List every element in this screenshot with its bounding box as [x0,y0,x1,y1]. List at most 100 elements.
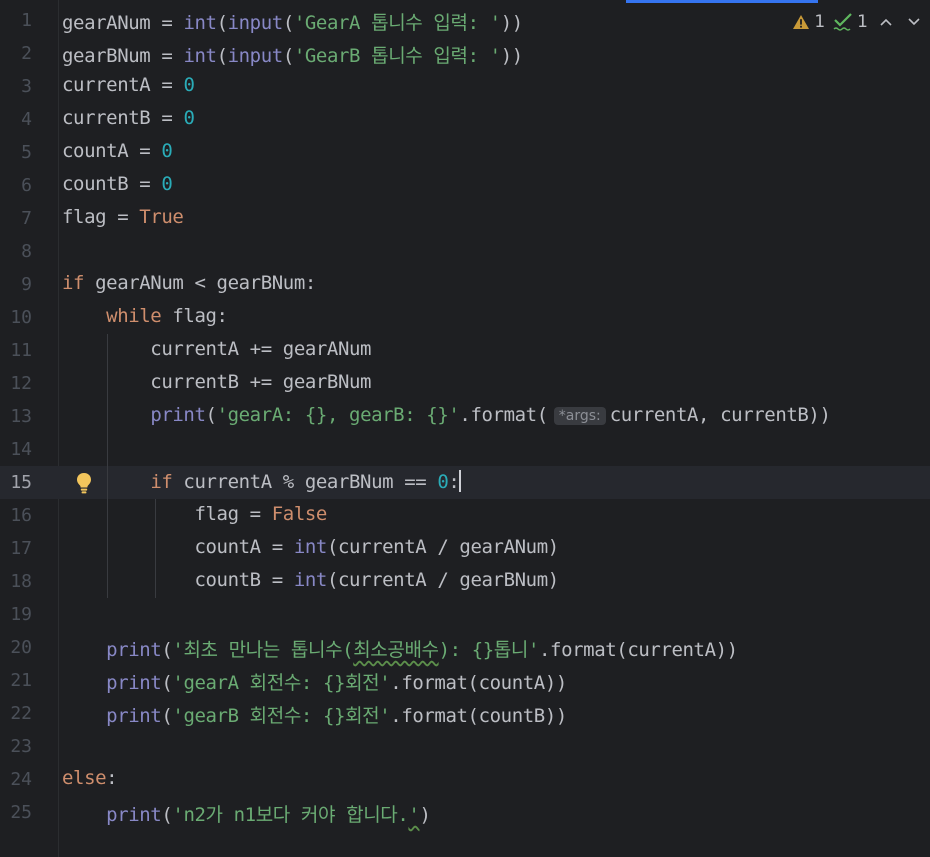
code-editor[interactable]: 1 2 3 4 5 6 7 8 9 10 11 12 13 14 15 16 1… [0,0,930,857]
line-number: 14 [10,439,32,460]
line-number: 18 [10,571,32,592]
code-text[interactable]: else: [62,767,118,789]
code-text[interactable]: currentB = 0 [62,107,195,129]
line-number: 15 [10,472,32,493]
number-token: 0 [183,107,195,129]
code-text[interactable]: while flag: [62,305,228,327]
chevron-down-icon[interactable] [904,12,924,32]
code-token: ( [161,672,173,694]
code-text[interactable]: if currentA % gearBNum == 0: [62,470,462,493]
code-text[interactable]: print('gearA 회전수: {}회전'.format(countA)) [62,668,567,695]
builtin-token: input [227,45,284,67]
number-token: 0 [161,140,173,162]
typo-count: 1 [857,12,868,32]
code-token: ( [161,705,173,727]
code-token: : [448,471,460,493]
line-number: 4 [21,109,32,130]
code-token: countB = [62,569,294,591]
code-text[interactable]: print('gearA: {}, gearB: {}'.format( *arg… [62,404,831,426]
inspections-widget[interactable]: 1 1 [782,6,930,38]
code-text[interactable]: currentA += gearANum [62,338,371,360]
chevron-up-icon[interactable] [876,12,896,32]
keyword-token: if [62,272,85,294]
code-text[interactable]: countA = int(currentA / gearANum) [62,536,559,558]
code-token: .format(countA)) [390,672,567,694]
code-token: flag: [161,305,228,327]
code-line: 23 [0,730,930,763]
builtin-token: print [106,804,162,826]
code-token: currentA += gearANum [62,338,372,360]
code-token: flag = [62,503,272,525]
code-text[interactable]: countB = int(currentA / gearBNum) [62,569,559,591]
string-token: 'GearB 톱니수 입력: ' [293,45,501,67]
code-token: .format(currentA)) [539,639,738,661]
keyword-token: if [150,471,173,493]
code-text[interactable]: flag = True [62,206,184,228]
builtin-token: int [183,12,217,34]
code-line: 19 [0,598,930,631]
line-number: 3 [21,76,32,97]
line-number: 1 [21,10,32,31]
code-text[interactable]: gearANum = int(input('GearA 톱니수 입력: ')) [62,8,523,35]
code-text[interactable]: currentA = 0 [62,74,195,96]
code-text[interactable]: countA = 0 [62,140,173,162]
builtin-token: int [183,45,217,67]
code-token: : [106,767,118,789]
code-text[interactable]: if gearANum < gearBNum: [62,272,316,294]
code-text[interactable]: print('gearB 회전수: {}회전'.format(countB)) [62,701,567,728]
code-token: ) [419,804,431,826]
code-token: ( [216,12,228,34]
text-caret [459,470,462,492]
line-number: 11 [10,340,32,361]
builtin-token: print [106,705,162,727]
keyword-token: while [106,305,162,327]
code-token: gearANum = [62,12,184,34]
code-token: .format(countB)) [390,705,567,727]
string-token: 'n2가 n1보다 커야 합니다. [172,804,409,826]
code-text[interactable]: countB = 0 [62,173,173,195]
line-number: 2 [21,43,32,64]
number-token: 0 [437,471,449,493]
code-token: countA = [62,536,294,558]
line-number: 16 [10,505,32,526]
line-number: 23 [10,736,32,757]
code-text[interactable]: currentB += gearBNum [62,371,371,393]
keyword-token: False [271,503,328,525]
code-text[interactable]: flag = False [62,503,327,525]
line-number: 10 [10,307,32,328]
code-token: (currentA / gearBNum) [326,569,559,591]
code-token: currentA % gearBNum == [172,471,438,493]
typos-indicator[interactable]: 1 [833,12,868,32]
warnings-indicator[interactable]: 1 [792,12,825,32]
code-token: gearANum < gearBNum: [84,272,316,294]
scroll-position-indicator [626,0,818,3]
code-token: ( [205,404,217,426]
code-token: ( [216,45,228,67]
code-token: flag = [62,206,140,228]
line-number: 5 [21,142,32,163]
line-number: 19 [10,604,32,625]
code-token: .format( [459,404,548,426]
keyword-token: else [62,767,107,789]
code-token: currentB = [62,107,184,129]
builtin-token: print [106,639,162,661]
code-text[interactable]: print('최초 만나는 톱니수(최소공배수): {}톱니'.format(c… [62,635,738,662]
line-number: 24 [10,769,32,790]
string-token: 'gearA: {}, gearB: {}' [216,404,460,426]
string-token: 'gearB 회전수: {}회전' [172,705,391,727]
code-text[interactable]: gearBNum = int(input('GearB 톱니수 입력: ')) [62,41,523,68]
code-text[interactable]: print('n2가 n1보다 커야 합니다.') [62,800,431,827]
builtin-token: print [150,404,206,426]
builtin-token: int [293,569,328,591]
typo-highlight[interactable]: 최소공배수 [353,639,439,661]
line-number: 20 [10,637,32,658]
code-token: currentA, currentB)) [609,404,831,426]
lightbulb-icon[interactable] [74,471,94,495]
parameter-hint: *args: [553,407,606,425]
typo-highlight[interactable]: ' [408,804,419,826]
